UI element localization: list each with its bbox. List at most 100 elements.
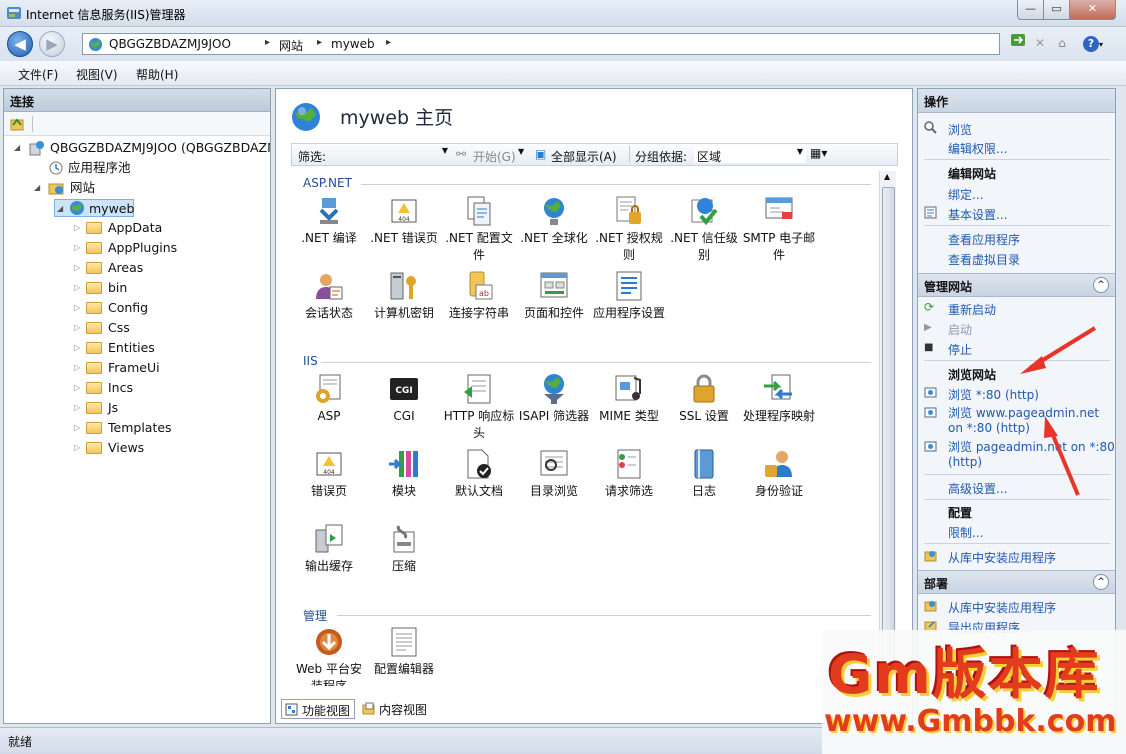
advanced-settings-link[interactable]: 高级设置... [948,480,1007,497]
tab-content-view[interactable]: 内容视图 [359,699,431,719]
feature-item[interactable]: 目录浏览 [516,447,592,500]
expand-toggle-icon[interactable]: ▷ [74,259,80,277]
address-bar[interactable]: QBGGZBDAZMJ9JOO ▸ 网站 ▸ myweb ▸ [82,33,1000,55]
feature-item[interactable]: CGI CGI [366,372,442,425]
browse-pageadmin-link[interactable]: 浏览 pageadmin.net on *:80 [948,438,1115,455]
view-mode-icon[interactable]: ▦▾ [810,146,827,160]
tree-server[interactable]: ◢ QBGGZBDAZMJ9JOO (QBGGZBDAZM... [14,139,270,157]
forward-button[interactable]: ▶ [39,31,65,57]
collapse-icon[interactable]: ^ [1093,277,1109,293]
feature-item[interactable]: 模块 [366,447,442,500]
breadcrumb-sites[interactable]: 网站 [279,37,303,54]
menu-help[interactable]: 帮助(H) [136,66,178,83]
tab-features-view[interactable]: 功能视图 [281,699,356,719]
feature-label: .NET 授权规则 [595,231,663,262]
vertical-scrollbar[interactable]: ▲ ▼ [879,171,896,685]
browse-link[interactable]: 浏览 [948,121,972,138]
group-by-label: 分组依据: [635,150,688,164]
view-virtual-directories-link[interactable]: 查看虚拟目录 [948,251,1020,268]
collapse-toggle-icon[interactable]: ◢ [34,179,40,197]
folder-icon [86,442,102,454]
feature-item[interactable]: 计算机密钥 [366,269,442,322]
start-link[interactable]: 启动 [948,321,972,338]
breadcrumb-site[interactable]: myweb [331,37,375,51]
filter-input[interactable]: ▼ [330,146,450,163]
feature-item[interactable]: ab 连接字符串 [441,269,517,322]
edit-permissions-link[interactable]: 编辑权限... [948,140,1007,157]
scrollbar-thumb[interactable] [882,187,895,667]
minimize-button[interactable]: — [1017,0,1044,20]
expand-toggle-icon[interactable]: ▷ [74,419,80,437]
feature-item[interactable]: 日志 [666,447,742,500]
feature-item[interactable]: HTTP 响应标头 [441,372,517,442]
feature-item[interactable]: 请求筛选 [591,447,667,500]
stop-icon[interactable]: ✕ [1030,33,1050,53]
expand-toggle-icon[interactable]: ▷ [74,219,80,237]
feature-item[interactable]: 处理程序映射 [741,372,817,425]
browse-www-pageadmin-link[interactable]: 浏览 www.pageadmin.net [948,404,1099,421]
feature-item[interactable]: 404 .NET 错误页 [366,194,442,247]
expand-toggle-icon[interactable]: ▷ [74,299,80,317]
browse-www-pageadmin-link-line2[interactable]: on *:80 (http) [948,421,1030,435]
manage-site-heading: 管理网站 ^ [918,273,1115,297]
expand-toggle-icon[interactable]: ▷ [74,399,80,417]
feature-item[interactable]: 压缩 [366,522,442,575]
expand-toggle-icon[interactable]: ▷ [74,279,80,297]
feature-item[interactable]: Web 平台安装程序 [291,625,367,686]
group-by-select[interactable]: 区域 ▼ [694,146,806,164]
feature-item[interactable]: 404 错误页 [291,447,367,500]
feature-item[interactable]: ASP [291,372,367,425]
expand-toggle-icon[interactable]: ▷ [74,359,80,377]
feature-item[interactable]: 默认文档 [441,447,517,500]
feature-item[interactable]: 身份验证 [741,447,817,500]
limits-link[interactable]: 限制... [948,524,983,541]
feature-item[interactable]: .NET 全球化 [516,194,592,247]
feature-item[interactable]: 会话状态 [291,269,367,322]
install-from-gallery-link[interactable]: 从库中安装应用程序 [948,549,1056,566]
maximize-button[interactable]: ▭ [1043,0,1070,20]
feature-item[interactable]: .NET 授权规则 [591,194,667,264]
feature-item[interactable]: 应用程序设置 [591,269,667,322]
breadcrumb-server[interactable]: QBGGZBDAZMJ9JOO [109,37,231,51]
collapse-toggle-icon[interactable]: ◢ [57,200,63,218]
browse-pageadmin-link-line2[interactable]: (http) [948,455,982,469]
help-icon[interactable]: ? ▾ [1080,33,1106,53]
feature-item[interactable]: SSL 设置 [666,372,742,425]
collapse-icon[interactable]: ^ [1093,574,1109,590]
connect-icon[interactable] [10,117,24,131]
stop-link[interactable]: 停止 [948,341,972,358]
bindings-link[interactable]: 绑定... [948,186,983,203]
feature-item[interactable]: .NET 配置文件 [441,194,517,264]
back-button[interactable]: ◀ [7,31,33,57]
feature-item[interactable]: 输出缓存 [291,522,367,575]
basic-settings-link[interactable]: 基本设置... [948,206,1007,223]
show-all-button[interactable]: 全部显示(A) [551,148,617,165]
restart-link[interactable]: 重新启动 [948,301,996,318]
feature-item[interactable]: ISAPI 筛选器 [516,372,592,425]
expand-toggle-icon[interactable]: ▷ [74,239,80,257]
chevron-down-icon[interactable]: ▼ [518,147,524,156]
view-applications-link[interactable]: 查看应用程序 [948,231,1020,248]
feature-item[interactable]: 页面和控件 [516,269,592,322]
feature-item[interactable]: .NET 编译 [291,194,367,247]
expand-toggle-icon[interactable]: ▷ [74,439,80,457]
feature-item[interactable]: SMTP 电子邮件 [741,194,817,264]
home-icon[interactable]: ⌂ [1052,33,1072,53]
feature-item[interactable]: 配置编辑器 [366,625,442,678]
start-button[interactable]: 开始(G) [473,148,516,165]
browse-port-80-link[interactable]: 浏览 *:80 (http) [948,386,1039,403]
menu-file[interactable]: 文件(F) [18,66,58,83]
feature-item[interactable]: .NET 信任级别 [666,194,742,264]
feature-item[interactable]: MIME 类型 [591,372,667,425]
expand-toggle-icon[interactable]: ▷ [74,339,80,357]
expand-toggle-icon[interactable]: ▷ [74,319,80,337]
refresh-icon[interactable] [1008,33,1028,53]
scroll-up-icon[interactable]: ▲ [884,172,890,181]
collapse-toggle-icon[interactable]: ◢ [14,139,20,157]
expand-toggle-icon[interactable]: ▷ [74,379,80,397]
install-from-gallery-link-2[interactable]: 从库中安装应用程序 [948,599,1056,616]
navigation-bar: ◀ ▶ QBGGZBDAZMJ9JOO ▸ 网站 ▸ myweb ▸ ✕ ⌂ ?… [0,27,1126,61]
tree-site-myweb[interactable]: ◢ myweb [54,199,134,217]
close-button[interactable]: ✕ [1069,0,1116,20]
menu-view[interactable]: 视图(V) [76,66,118,83]
